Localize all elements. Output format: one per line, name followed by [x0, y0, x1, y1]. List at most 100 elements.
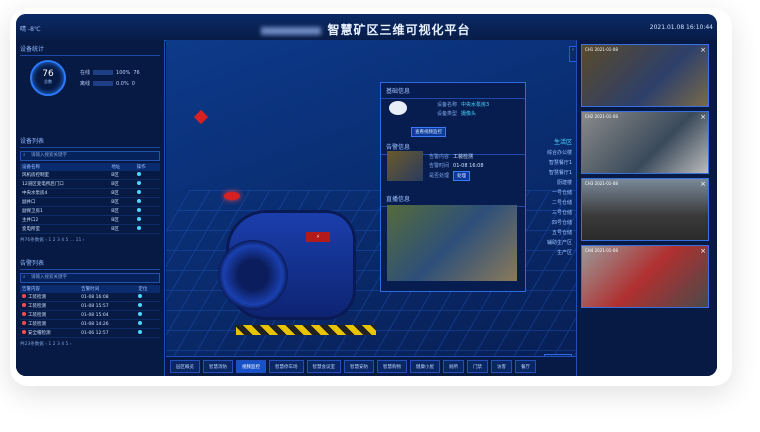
stat-percent: 100% — [116, 69, 131, 76]
nav-item[interactable]: 智慧停车场 — [269, 360, 304, 373]
zone-item[interactable]: 智慧餐厅1 — [522, 168, 572, 178]
table-row[interactable]: 工装检测 01-08 14:26 — [20, 319, 160, 329]
warning-marker-icon[interactable] — [193, 109, 209, 125]
total-label: 总数 — [44, 79, 52, 84]
nav-item[interactable]: 餐厅 — [515, 360, 536, 373]
col-header: 定位 — [136, 285, 160, 293]
camera-feed[interactable]: CH4 2021-01-08 × — [581, 245, 709, 308]
camera-icon — [389, 101, 407, 115]
zone-item[interactable]: 一号仓储 — [522, 188, 572, 198]
device-stats-heading: 设备统计 — [20, 44, 160, 56]
locate-icon[interactable] — [136, 217, 141, 221]
device-table: 设备名称 地址 操作 风机房控制室 B区 12道区变电所后门口 B区 中央水泵房4 B… — [20, 163, 160, 234]
nav-item[interactable]: 智慧会议室 — [306, 360, 341, 373]
locate-icon[interactable] — [136, 172, 141, 176]
close-icon[interactable]: × — [700, 180, 706, 188]
alarm-beacon-icon[interactable] — [224, 192, 240, 200]
locate-icon[interactable] — [136, 208, 141, 212]
col-header: 告警时间 — [79, 285, 137, 293]
alarm-icon — [22, 294, 26, 298]
table-row[interactable]: 工装检测 01-08 15:04 — [20, 310, 160, 320]
nav-item[interactable]: 门禁 — [467, 360, 488, 373]
device-list-section: 设备列表 请输入搜索关键字 设备名称 地址 操作 风机房控制室B区 12道区变电… — [20, 136, 160, 243]
camera-feed[interactable]: CH1 2021-01-08 × — [581, 44, 709, 107]
device-search-input[interactable]: 请输入搜索关键字 — [20, 151, 160, 161]
camera-feed[interactable]: CH3 2021-01-08 × — [581, 178, 709, 241]
table-row[interactable]: 副保卫房1 B区 — [20, 206, 160, 216]
table-row[interactable]: 12道区变电所后门口 B区 — [20, 179, 160, 189]
table-row[interactable]: 主井口2 B区 — [20, 215, 160, 225]
locate-icon[interactable] — [136, 181, 141, 185]
table-row[interactable]: 工装检测 01-08 15:57 — [20, 301, 160, 311]
motor-model[interactable]: ⚡ — [218, 210, 356, 320]
device-name-row: 设备名称 中央水泵房3 — [437, 102, 490, 108]
zone-item[interactable]: 辅助生产区 — [522, 238, 572, 248]
locate-icon[interactable] — [136, 199, 141, 203]
camera-feed[interactable]: CH2 2021-01-08 × — [581, 111, 709, 174]
device-type-row: 设备类型 摄像头 — [437, 111, 477, 117]
table-row[interactable]: 工装检测 01-08 16:08 — [20, 293, 160, 302]
locate-icon[interactable] — [136, 226, 141, 230]
locate-icon[interactable] — [138, 303, 143, 307]
locate-icon[interactable] — [138, 330, 143, 334]
col-header: 地址 — [109, 163, 135, 171]
view-video-button[interactable]: 查看视频监控 — [411, 127, 446, 137]
close-icon[interactable]: × — [700, 113, 706, 121]
total-count: 76 — [42, 69, 54, 79]
title-text: 智慧矿区三维可视化平台 — [327, 23, 471, 37]
stat-label: 在线 — [80, 70, 91, 76]
table-row[interactable]: 中央水泵房4 B区 — [20, 188, 160, 198]
zone-item[interactable]: 四号仓储 — [522, 218, 572, 228]
alarm-status-row: 是否处理 处理 — [429, 171, 471, 181]
alarm-pager[interactable]: 共23条数据 ‹ 1 2 3 4 5 › — [20, 341, 160, 347]
zone-item[interactable]: 生活区 — [522, 138, 572, 148]
left-panel: 设备统计 76 总数 在线 100% 76 离线 0.0% 0 设备列表 请输入… — [16, 40, 165, 376]
camera-feed-panel: CH1 2021-01-08 × CH2 2021-01-08 × CH3 2021… — [576, 40, 717, 376]
device-info-panel: 基础信息 设备名称 中央水泵房3 设备类型 摄像头 查看视频监控 告警信息 告警内容… — [380, 82, 526, 292]
close-icon[interactable]: × — [700, 247, 706, 255]
locate-icon[interactable] — [138, 321, 143, 325]
stat-percent: 0.0% — [116, 80, 129, 87]
col-header: 设备名称 — [20, 163, 110, 171]
zone-item[interactable]: 厨建楼 — [522, 178, 572, 188]
zone-item[interactable]: 生产区 — [522, 248, 572, 258]
nav-item[interactable]: 智慧安防 — [344, 360, 374, 373]
3d-scene-viewport[interactable]: ⚡ 基础信息 设备名称 中央水泵房3 设备类型 摄像头 查看视频监控 告警信息 告警… — [166, 40, 576, 356]
table-row[interactable]: 副井口 B区 — [20, 197, 160, 207]
blurred-logo — [261, 26, 322, 35]
device-pager[interactable]: 共76条数据 ‹ 1 2 3 4 5 ... 11 › — [20, 237, 160, 243]
alarm-snapshot[interactable] — [387, 151, 423, 181]
locate-icon[interactable] — [136, 190, 141, 194]
table-row[interactable]: 变电所室 B区 — [20, 224, 160, 234]
nav-item[interactable]: 智慧消防 — [203, 360, 233, 373]
zone-item[interactable]: 二号仓储 — [522, 198, 572, 208]
alarm-content-row: 告警内容 工装检测 — [429, 154, 474, 160]
stat-count: 76 — [133, 69, 140, 76]
alarm-search-input[interactable]: 请输入搜索关键字 — [20, 273, 160, 283]
locate-icon[interactable] — [138, 312, 143, 316]
nav-item[interactable]: 访客 — [491, 360, 512, 373]
table-row[interactable]: 风机房控制室 B区 — [20, 171, 160, 180]
live-video[interactable] — [387, 205, 517, 281]
page-title: 智慧矿区三维可视化平台 — [246, 21, 486, 38]
zone-item[interactable]: 综合办公楼 — [522, 148, 572, 158]
nav-item[interactable]: 智慧购物 — [377, 360, 407, 373]
top-bar: 晴 -8℃ 智慧矿区三维可视化平台 2021.01.08 16:10:44 — [16, 14, 717, 41]
handle-button[interactable]: 处理 — [453, 171, 471, 181]
zone-item[interactable]: 三号仓储 — [522, 208, 572, 218]
alarm-icon — [22, 303, 26, 307]
alarm-icon — [22, 312, 26, 316]
nav-item[interactable]: 厕所 — [443, 360, 464, 373]
nav-item[interactable]: 健康小屋 — [410, 360, 440, 373]
zone-item[interactable]: 智慧餐厅1 — [522, 158, 572, 168]
alarm-list-section: 告警列表 请输入搜索关键字 告警内容 告警时间 定位 工装检测01-08 16:… — [20, 258, 160, 347]
table-row[interactable]: 安全帽检测 01-06 12:57 — [20, 328, 160, 338]
device-stats-section: 设备统计 76 总数 在线 100% 76 离线 0.0% 0 — [20, 44, 160, 104]
alarm-table: 告警内容 告警时间 定位 工装检测 01-08 16:08 工装检测 01-08 1… — [20, 285, 160, 338]
locate-icon[interactable] — [138, 294, 143, 298]
device-list-heading: 设备列表 — [20, 136, 160, 148]
zone-item[interactable]: 五号仓储 — [522, 228, 572, 238]
nav-item-active[interactable]: 视频监控 — [236, 360, 266, 373]
nav-item[interactable]: 园区概览 — [170, 360, 200, 373]
close-icon[interactable]: × — [700, 46, 706, 54]
